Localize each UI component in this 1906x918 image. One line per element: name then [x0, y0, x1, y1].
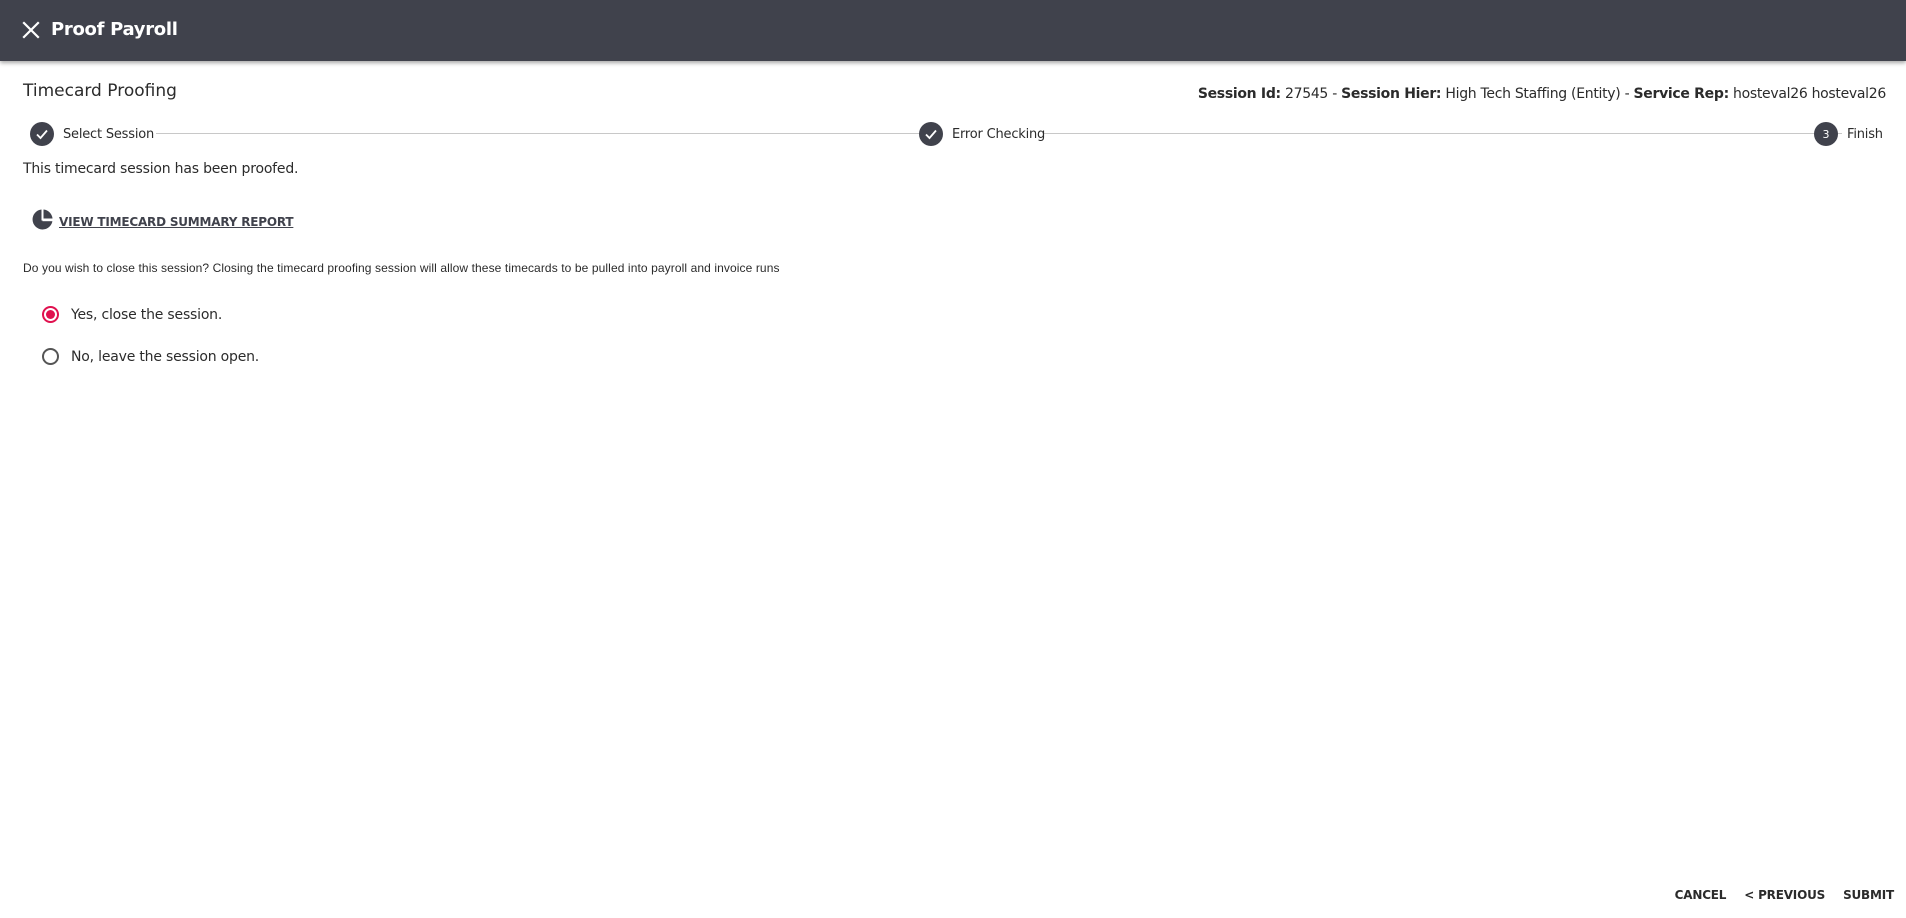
radio-yes-close[interactable]: Yes, close the session.	[42, 306, 222, 323]
submit-button[interactable]: SUBMIT	[1843, 888, 1894, 902]
pie-chart-icon	[32, 209, 53, 235]
close-session-question: Do you wish to close this session? Closi…	[23, 261, 780, 275]
cancel-button[interactable]: CANCEL	[1675, 888, 1727, 902]
proofed-message: This timecard session has been proofed.	[23, 161, 299, 177]
radio-no-leave-open[interactable]: No, leave the session open.	[42, 348, 259, 365]
session-hier-label: Session Hier:	[1341, 86, 1442, 102]
separator: -	[1620, 86, 1634, 102]
radio-button[interactable]	[42, 348, 59, 365]
session-hier-value: High Tech Staffing (Entity)	[1445, 86, 1621, 102]
step-label: Select Session	[63, 126, 155, 142]
step-error-checking: Error Checking	[919, 121, 1045, 147]
session-info: Session Id: 27545 - Session Hier: High T…	[1198, 85, 1886, 103]
stepper: Select Session Error Checking 3 Finish	[30, 121, 1883, 147]
service-rep-label: Service Rep:	[1633, 86, 1730, 102]
step-connector	[156, 133, 940, 134]
session-id-label: Session Id:	[1197, 86, 1281, 102]
check-icon	[30, 122, 54, 146]
session-id-value: 27545	[1285, 86, 1329, 102]
separator: -	[1328, 86, 1342, 102]
previous-button[interactable]: < PREVIOUS	[1744, 888, 1825, 902]
step-number: 3	[1814, 122, 1838, 146]
radio-label: No, leave the session open.	[71, 348, 260, 365]
view-summary-report-link[interactable]: VIEW TIMECARD SUMMARY REPORT	[32, 209, 294, 235]
footer-actions: CANCEL < PREVIOUS SUBMIT	[1675, 888, 1895, 902]
step-label: Finish	[1847, 126, 1883, 142]
step-select-session: Select Session	[30, 121, 154, 147]
check-icon	[919, 122, 943, 146]
window-title: Proof Payroll	[51, 19, 178, 40]
step-label: Error Checking	[952, 126, 1046, 142]
page-title: Timecard Proofing	[23, 81, 177, 101]
top-bar: Proof Payroll	[0, 0, 1906, 61]
service-rep-value: hosteval26 hosteval26	[1733, 86, 1886, 102]
report-link-label: VIEW TIMECARD SUMMARY REPORT	[59, 215, 294, 229]
radio-label: Yes, close the session.	[71, 306, 223, 323]
close-icon[interactable]	[19, 18, 43, 42]
step-finish: 3 Finish	[1814, 121, 1883, 147]
step-connector	[1044, 133, 1842, 134]
radio-button[interactable]	[42, 306, 59, 323]
